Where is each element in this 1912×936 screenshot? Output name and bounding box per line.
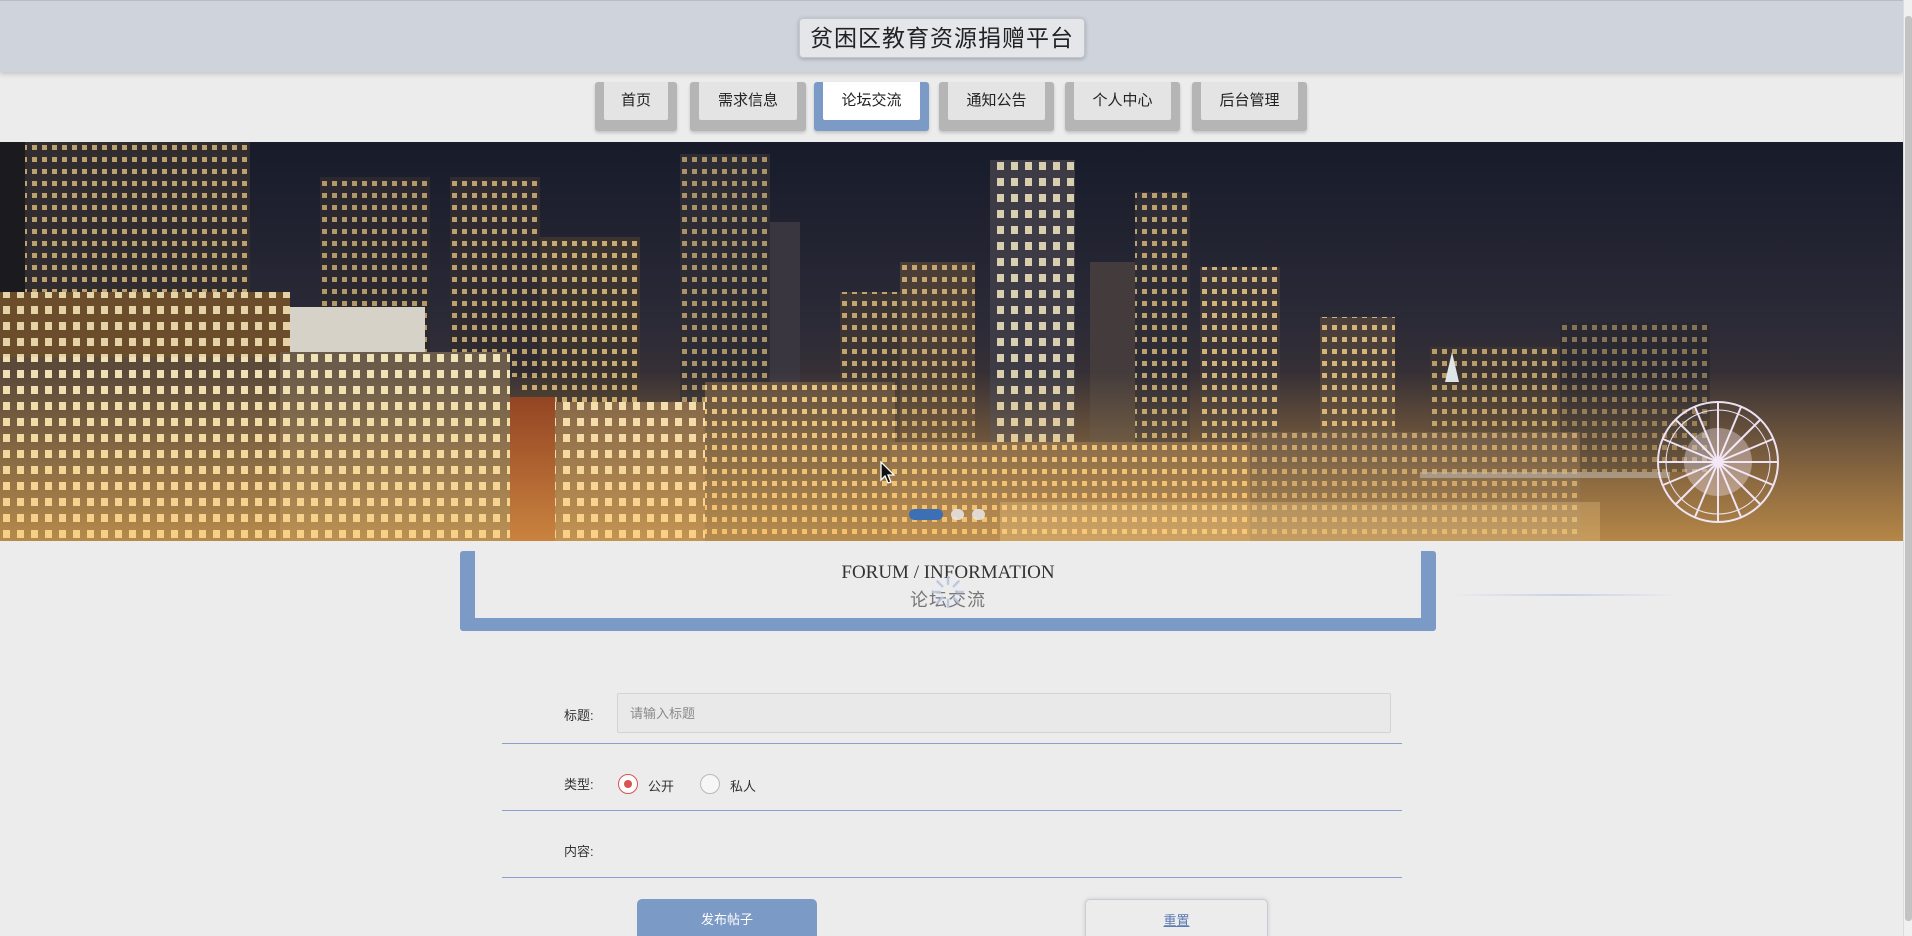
banner-carousel[interactable] [0, 142, 1903, 541]
carousel-dot-3[interactable] [972, 509, 985, 520]
type-label: 类型: [564, 777, 594, 792]
nav-item-label: 后台管理 [1201, 82, 1298, 120]
carousel-dot-2[interactable] [951, 509, 964, 520]
publish-post-button[interactable]: 发布帖子 [637, 899, 817, 936]
content-label: 内容: [564, 844, 594, 859]
type-private-label: 私人 [730, 779, 757, 794]
scrollbar-thumb[interactable] [1905, 16, 1912, 921]
nav-item-notices[interactable]: 通知公告 [939, 82, 1054, 131]
city-night-image [0, 142, 1903, 541]
nav-item-needs[interactable]: 需求信息 [690, 82, 806, 131]
radio-checked-icon [618, 774, 638, 794]
nav-item-label: 首页 [604, 82, 668, 120]
radio-unchecked-icon [700, 774, 720, 794]
nav-item-profile[interactable]: 个人中心 [1065, 82, 1180, 131]
title-label: 标题: [564, 708, 594, 723]
nav-item-label: 论坛交流 [823, 82, 920, 120]
nav-item-forum[interactable]: 论坛交流 [814, 82, 929, 131]
nav-item-label: 个人中心 [1074, 82, 1171, 120]
loading-spinner-icon [931, 575, 965, 609]
decorative-line [1450, 594, 1680, 596]
mouse-pointer-icon [880, 461, 896, 484]
type-public-radio[interactable]: 公开 [618, 773, 678, 795]
site-header: 贫困区教育资源捐赠平台 [0, 0, 1903, 72]
type-private-radio[interactable]: 私人 [700, 773, 760, 795]
nav-item-label: 通知公告 [948, 82, 1045, 120]
carousel-dot-1[interactable] [909, 509, 943, 520]
nav-item-home[interactable]: 首页 [595, 82, 677, 131]
vertical-scrollbar[interactable] [1903, 0, 1912, 936]
nav-item-label: 需求信息 [699, 82, 797, 120]
title-input[interactable] [617, 693, 1391, 733]
page: 贫困区教育资源捐赠平台 首页 需求信息 论坛交流 通知公告 个人中心 后台管理 [0, 0, 1903, 936]
nav-item-admin[interactable]: 后台管理 [1192, 82, 1307, 131]
main-nav: 首页 需求信息 论坛交流 通知公告 个人中心 后台管理 [0, 82, 1903, 132]
form-row-content[interactable]: 内容: [502, 811, 1402, 878]
site-title: 贫困区教育资源捐赠平台 [799, 18, 1085, 58]
reset-button[interactable]: 重置 [1085, 899, 1268, 936]
type-public-label: 公开 [648, 779, 675, 794]
